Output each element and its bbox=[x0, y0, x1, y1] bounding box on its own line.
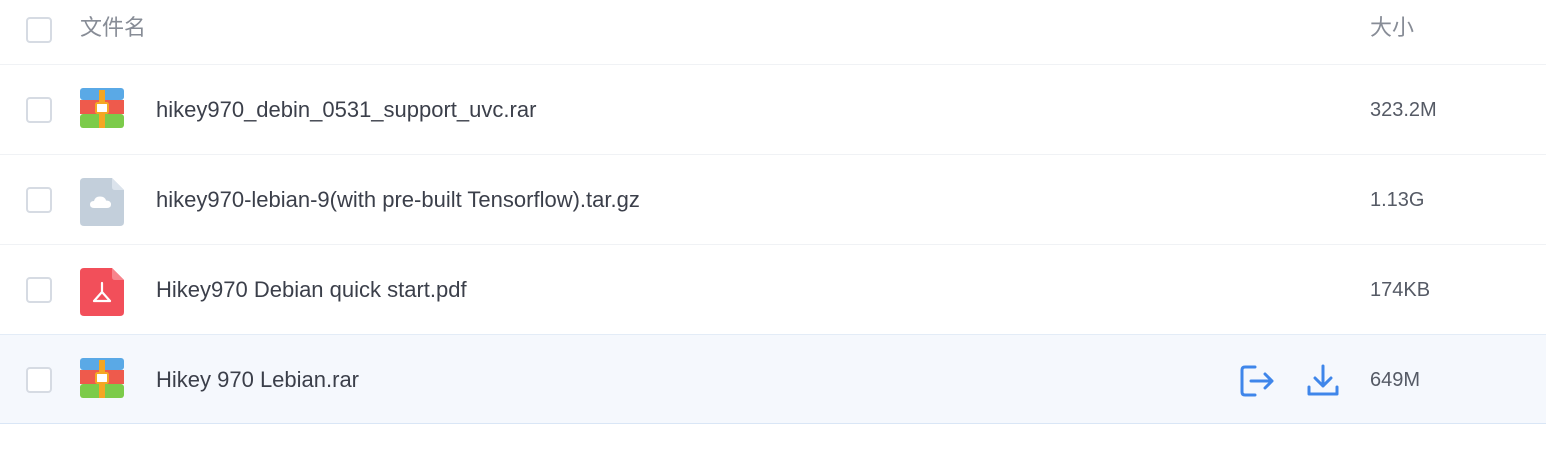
file-size: 323.2M bbox=[1370, 99, 1437, 121]
file-row[interactable]: hikey970_debin_0531_support_uvc.rar 323.… bbox=[0, 65, 1546, 155]
file-name[interactable]: hikey970-lebian-9(with pre-built Tensorf… bbox=[156, 186, 640, 214]
file-name[interactable]: Hikey 970 Lebian.rar bbox=[156, 366, 359, 394]
file-row[interactable]: hikey970-lebian-9(with pre-built Tensorf… bbox=[0, 155, 1546, 245]
select-all-checkbox[interactable] bbox=[26, 17, 52, 43]
file-row-checkbox[interactable] bbox=[26, 367, 52, 393]
file-list: 文件名 大小 hikey970_debin_0531_support_uvc.r… bbox=[0, 0, 1546, 472]
file-row-checkbox[interactable] bbox=[26, 97, 52, 123]
pdf-file-icon bbox=[80, 268, 124, 316]
column-header-size[interactable]: 大小 bbox=[1370, 14, 1414, 42]
file-name[interactable]: Hikey970 Debian quick start.pdf bbox=[156, 276, 467, 304]
download-icon[interactable] bbox=[1305, 364, 1341, 398]
file-size: 649M bbox=[1370, 369, 1421, 391]
rar-archive-icon bbox=[80, 88, 124, 132]
cloud-file-icon bbox=[80, 178, 124, 226]
file-size: 174KB bbox=[1370, 279, 1431, 301]
file-row[interactable]: Hikey970 Debian quick start.pdf 174KB bbox=[0, 245, 1546, 335]
file-name[interactable]: hikey970_debin_0531_support_uvc.rar bbox=[156, 96, 536, 124]
file-row[interactable]: Hikey 970 Lebian.rar 649M bbox=[0, 334, 1546, 424]
column-header-name[interactable]: 文件名 bbox=[80, 14, 146, 42]
file-size: 1.13G bbox=[1370, 189, 1425, 211]
move-to-icon[interactable] bbox=[1239, 364, 1275, 398]
file-list-header: 文件名 大小 bbox=[0, 0, 1546, 65]
rar-archive-icon bbox=[80, 358, 124, 402]
file-row-checkbox[interactable] bbox=[26, 187, 52, 213]
file-row-checkbox[interactable] bbox=[26, 277, 52, 303]
